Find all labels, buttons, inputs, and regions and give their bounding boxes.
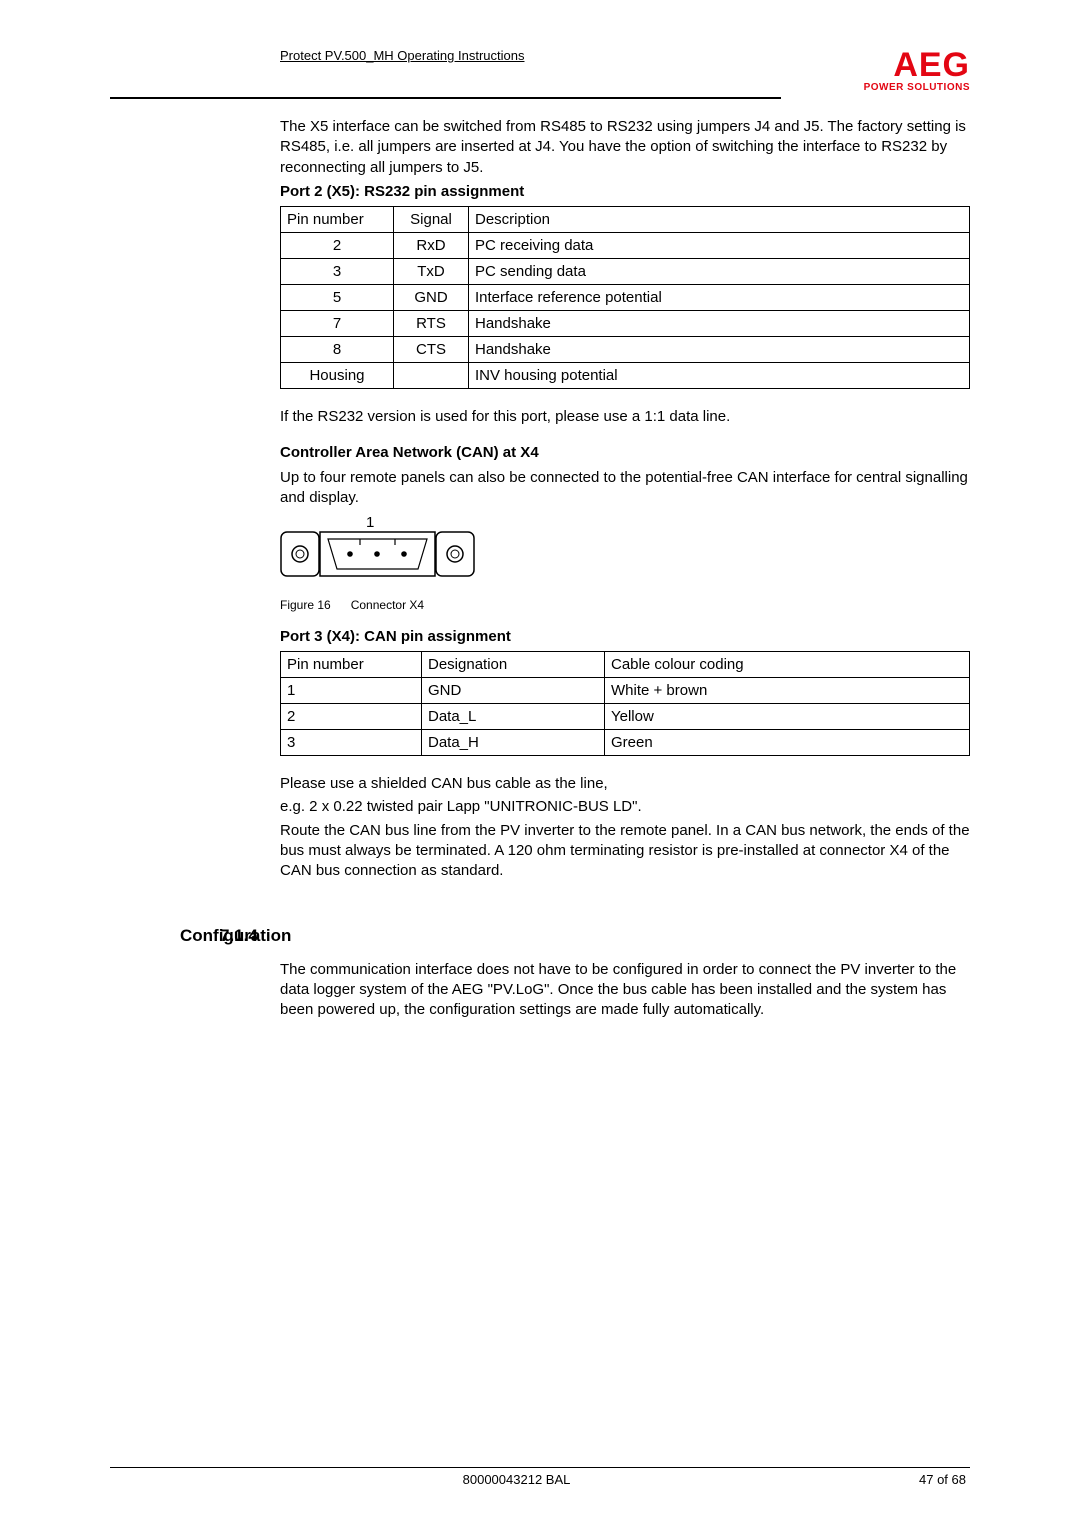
doc-header-title: Protect PV.500_MH Operating Instructions — [280, 48, 524, 63]
cell-signal: GND — [394, 285, 469, 311]
figure-title: Connector X4 — [351, 598, 424, 612]
cell-signal: RTS — [394, 311, 469, 337]
cell-pin: 2 — [281, 704, 422, 730]
logo-text: AEG — [864, 48, 970, 82]
cell-desc: INV housing potential — [469, 363, 970, 389]
table-row: 3 Data_H Green — [281, 730, 970, 756]
cell-pin: 2 — [281, 233, 394, 259]
table-header: Pin number — [281, 652, 422, 678]
cell-pin: 5 — [281, 285, 394, 311]
cell-pin: 7 — [281, 311, 394, 337]
table-row: 8 CTS Handshake — [281, 337, 970, 363]
shielded-note-line1: Please use a shielded CAN bus cable as t… — [280, 774, 970, 794]
cell-signal: CTS — [394, 337, 469, 363]
brand-logo: AEG POWER SOLUTIONS — [864, 48, 970, 93]
footer-page-number: 47 of 68 — [919, 1472, 966, 1487]
table-row: 2 RxD PC receiving data — [281, 233, 970, 259]
table-row: 7 RTS Handshake — [281, 311, 970, 337]
cell-pin: 3 — [281, 730, 422, 756]
table-header: Cable colour coding — [605, 652, 970, 678]
footer-doc-id: 80000043212 BAL — [463, 1472, 571, 1487]
header-rule — [110, 97, 781, 99]
cell-signal — [394, 363, 469, 389]
table-header: Pin number — [281, 207, 394, 233]
table-header-row: Pin number Signal Description — [281, 207, 970, 233]
table-header-row: Pin number Designation Cable colour codi… — [281, 652, 970, 678]
port2-table: Pin number Signal Description 2 RxD PC r… — [280, 206, 970, 389]
footer-rule — [110, 1467, 970, 1468]
page-footer: 80000043212 BAL 47 of 68 — [110, 1467, 970, 1487]
cell-desc: Handshake — [469, 337, 970, 363]
cell-pin: 8 — [281, 337, 394, 363]
section-number: 7.1.4 — [220, 926, 258, 946]
port2-heading: Port 2 (X5): RS232 pin assignment — [280, 182, 970, 202]
intro-paragraph: The X5 interface can be switched from RS… — [280, 117, 970, 178]
configuration-text: The communication interface does not hav… — [280, 960, 970, 1021]
table-row: 5 GND Interface reference potential — [281, 285, 970, 311]
cell-desc: PC receiving data — [469, 233, 970, 259]
cell-signal: TxD — [394, 259, 469, 285]
table-row: 1 GND White + brown — [281, 678, 970, 704]
cell-pin: 3 — [281, 259, 394, 285]
cell-desc: Handshake — [469, 311, 970, 337]
figure-pin-label: 1 — [366, 514, 970, 531]
can-heading: Controller Area Network (CAN) at X4 — [280, 443, 970, 463]
cell-colour: White + brown — [605, 678, 970, 704]
cell-pin: 1 — [281, 678, 422, 704]
connector-figure: 1 — [280, 514, 970, 587]
figure-caption: Figure 16 Connector X4 — [280, 597, 970, 613]
shielded-note-line2: e.g. 2 x 0.22 twisted pair Lapp "UNITRON… — [280, 797, 970, 817]
cell-pin: Housing — [281, 363, 394, 389]
cell-colour: Yellow — [605, 704, 970, 730]
table-header: Description — [469, 207, 970, 233]
cell-designation: GND — [422, 678, 605, 704]
cell-signal: RxD — [394, 233, 469, 259]
table-row: 2 Data_L Yellow — [281, 704, 970, 730]
cell-desc: Interface reference potential — [469, 285, 970, 311]
rs232-note: If the RS232 version is used for this po… — [280, 407, 970, 427]
connector-x4-icon — [280, 531, 480, 583]
port3-heading: Port 3 (X4): CAN pin assignment — [280, 627, 970, 647]
can-text: Up to four remote panels can also be con… — [280, 468, 970, 509]
port3-table: Pin number Designation Cable colour codi… — [280, 651, 970, 756]
cell-desc: PC sending data — [469, 259, 970, 285]
cell-designation: Data_L — [422, 704, 605, 730]
figure-number: Figure 16 — [280, 598, 331, 612]
table-header: Signal — [394, 207, 469, 233]
table-row: 3 TxD PC sending data — [281, 259, 970, 285]
cell-colour: Green — [605, 730, 970, 756]
cell-designation: Data_H — [422, 730, 605, 756]
table-header: Designation — [422, 652, 605, 678]
logo-subtext: POWER SOLUTIONS — [864, 82, 970, 93]
route-note: Route the CAN bus line from the PV inver… — [280, 821, 970, 882]
table-row: Housing INV housing potential — [281, 363, 970, 389]
